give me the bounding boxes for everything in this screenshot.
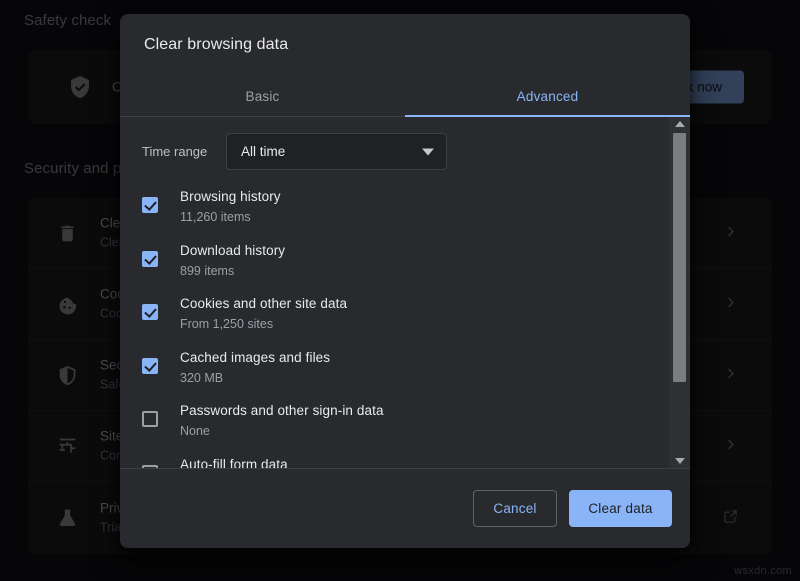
dialog-tabs: Basic Advanced bbox=[120, 76, 690, 117]
tab-basic[interactable]: Basic bbox=[120, 76, 405, 116]
scrollbar-thumb[interactable] bbox=[673, 133, 686, 382]
checkbox-subtitle: 899 items bbox=[180, 263, 285, 280]
checkbox-passwords[interactable] bbox=[142, 411, 158, 427]
dialog-footer: Cancel Clear data bbox=[120, 468, 690, 548]
checkbox-title: Passwords and other sign-in data bbox=[180, 402, 384, 420]
checkbox-title: Browsing history bbox=[180, 188, 281, 206]
checkbox-title: Auto-fill form data bbox=[180, 456, 288, 469]
checkbox-text: Cookies and other site data From 1,250 s… bbox=[180, 291, 347, 333]
checkbox-row-cached-images[interactable]: Cached images and files 320 MB bbox=[142, 345, 669, 399]
checkbox-cached-images[interactable] bbox=[142, 358, 158, 374]
clear-browsing-data-dialog: Clear browsing data Basic Advanced Time … bbox=[120, 14, 690, 548]
dialog-content: Time range All time Browsing history 11,… bbox=[120, 117, 669, 468]
checkbox-browsing-history[interactable] bbox=[142, 197, 158, 213]
scroll-down-arrow-icon[interactable] bbox=[670, 454, 690, 468]
checkbox-text: Passwords and other sign-in data None bbox=[180, 398, 384, 440]
checkbox-subtitle: 320 MB bbox=[180, 370, 330, 387]
checkbox-row-passwords[interactable]: Passwords and other sign-in data None bbox=[142, 398, 669, 452]
tab-advanced[interactable]: Advanced bbox=[405, 76, 690, 116]
scroll-up-arrow-icon[interactable] bbox=[670, 117, 690, 131]
dialog-scroll-area: Time range All time Browsing history 11,… bbox=[120, 117, 690, 468]
checkbox-text: Download history 899 items bbox=[180, 238, 285, 280]
checkbox-row-cookies[interactable]: Cookies and other site data From 1,250 s… bbox=[142, 291, 669, 345]
checkbox-title: Cookies and other site data bbox=[180, 295, 347, 313]
checkbox-row-autofill[interactable]: Auto-fill form data bbox=[142, 452, 669, 469]
checkbox-subtitle: 11,260 items bbox=[180, 209, 281, 226]
screen: Safety check Chrome can help keep you sa… bbox=[0, 0, 800, 581]
time-range-label: Time range bbox=[142, 144, 226, 159]
data-type-checkbox-list: Browsing history 11,260 items Download h… bbox=[120, 184, 669, 468]
clear-data-button[interactable]: Clear data bbox=[569, 490, 672, 527]
dialog-title: Clear browsing data bbox=[120, 14, 690, 70]
watermark: wsxdn.com bbox=[734, 565, 792, 577]
checkbox-subtitle: From 1,250 sites bbox=[180, 316, 347, 333]
checkbox-title: Cached images and files bbox=[180, 349, 330, 367]
checkbox-text: Auto-fill form data bbox=[180, 452, 288, 469]
checkbox-title: Download history bbox=[180, 242, 285, 260]
time-range-row: Time range All time bbox=[120, 117, 669, 170]
checkbox-row-browsing-history[interactable]: Browsing history 11,260 items bbox=[142, 184, 669, 238]
checkbox-subtitle: None bbox=[180, 423, 384, 440]
checkbox-row-download-history[interactable]: Download history 899 items bbox=[142, 238, 669, 292]
dialog-scrollbar[interactable] bbox=[669, 117, 690, 468]
checkbox-autofill[interactable] bbox=[142, 465, 158, 469]
checkbox-text: Cached images and files 320 MB bbox=[180, 345, 330, 387]
cancel-button[interactable]: Cancel bbox=[473, 490, 557, 527]
checkbox-text: Browsing history 11,260 items bbox=[180, 184, 281, 226]
checkbox-download-history[interactable] bbox=[142, 251, 158, 267]
checkbox-cookies[interactable] bbox=[142, 304, 158, 320]
time-range-value: All time bbox=[241, 144, 285, 159]
time-range-select[interactable]: All time bbox=[226, 133, 447, 170]
chevron-down-icon bbox=[422, 148, 434, 155]
